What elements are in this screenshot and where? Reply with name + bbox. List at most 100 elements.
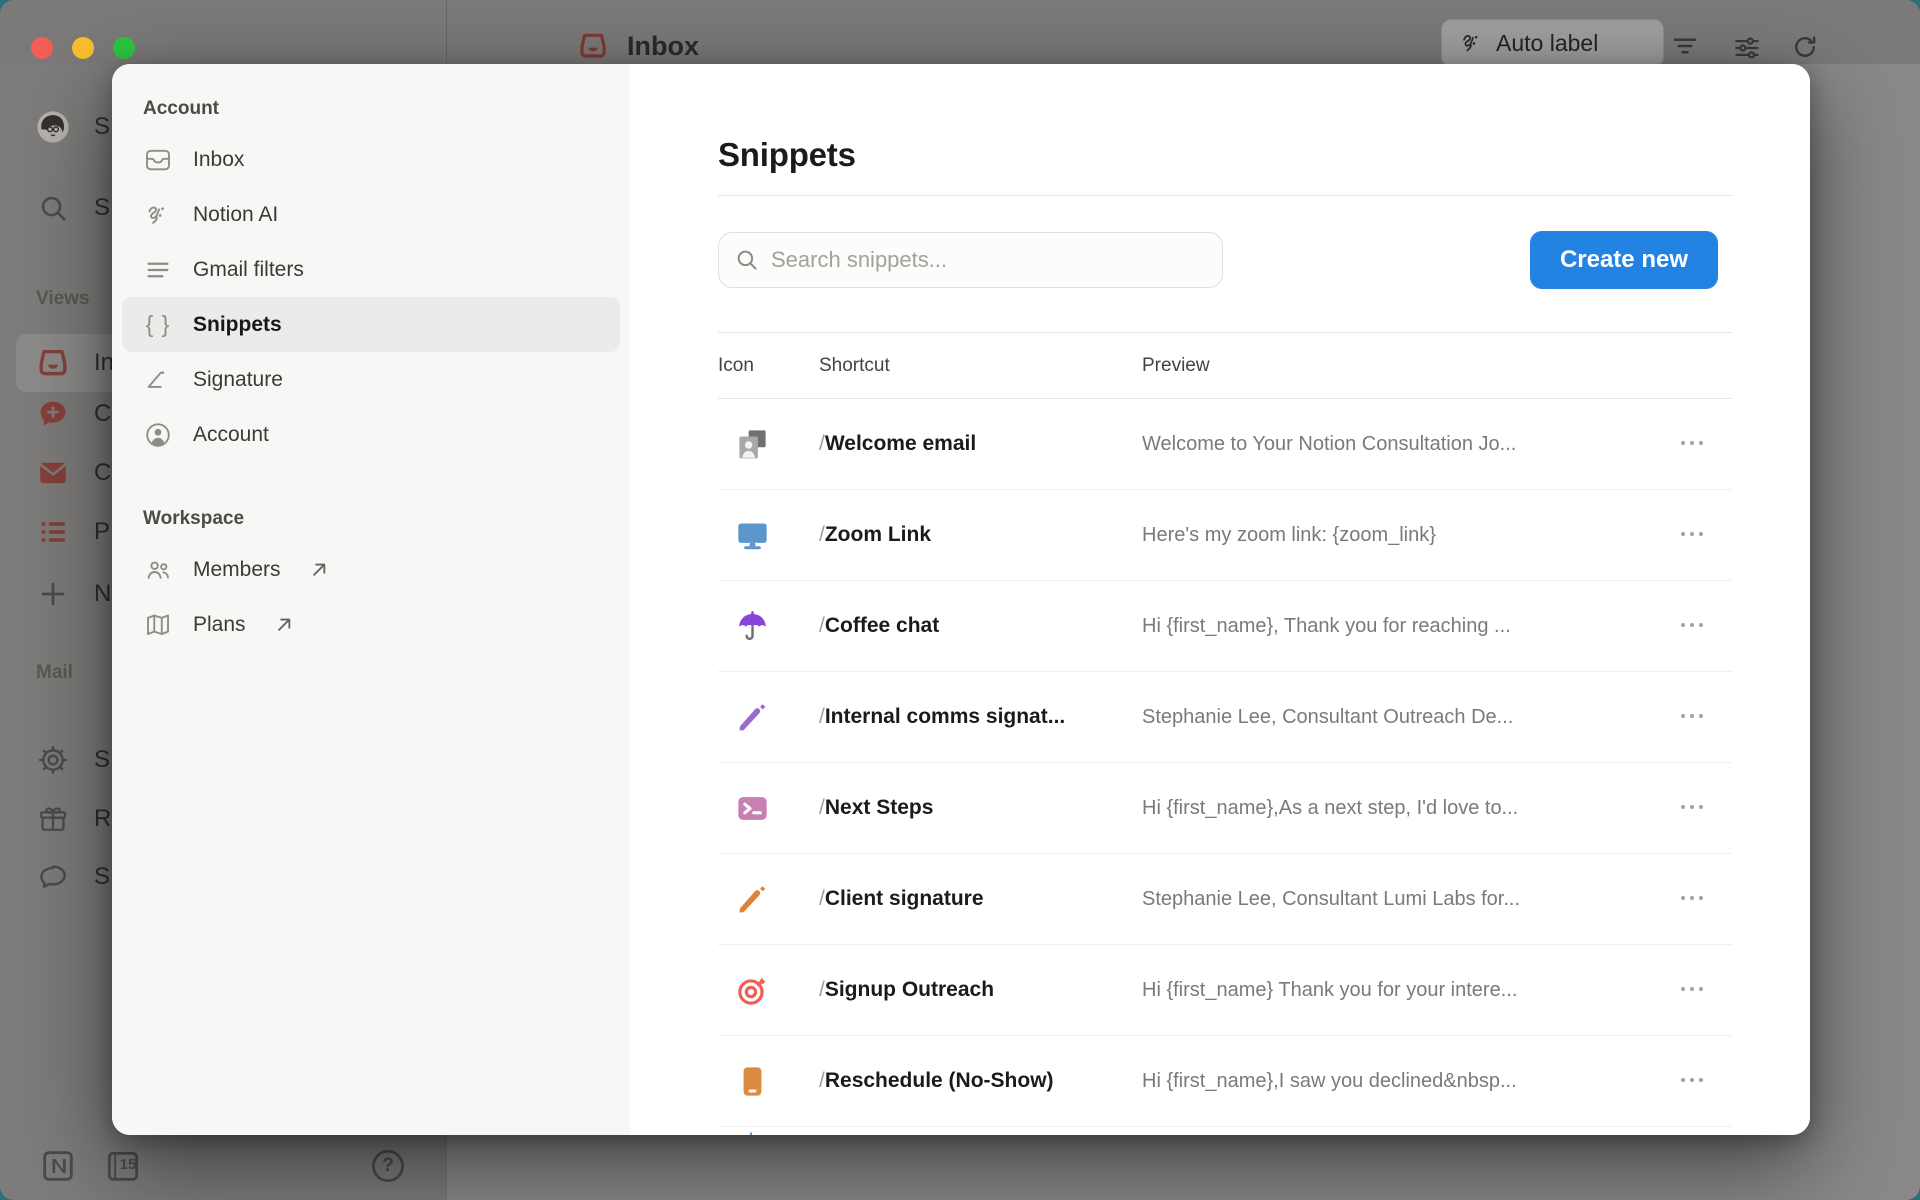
sidebar-item-label: C [94,459,111,487]
umbrella-icon [734,608,771,645]
sidebar-item-s: S [36,107,110,147]
table-row[interactable]: / Next Steps Hi {first_name},As a next s… [718,763,1732,854]
sidebar-item-label: R [94,805,111,833]
settings-nav-inbox[interactable]: Inbox [122,132,620,187]
envelope-icon [36,456,70,490]
inbox-red-icon [36,346,70,380]
settings-nav-label: Snippets [193,313,282,337]
search-container [718,232,1223,288]
settings-nav-gmail-filters[interactable]: Gmail filters [122,242,620,297]
chat-icon [36,860,70,894]
funnel-filter-icon [1670,31,1700,61]
sidebar-item-c: C [36,453,111,493]
settings-nav-signature[interactable]: Signature [122,352,620,407]
sidebar-item-p: P [36,512,110,552]
avatar-icon [36,110,70,144]
signature-icon [143,365,173,395]
sidebar-item-label: P [94,518,110,546]
shortcut-name: Signup Outreach [825,978,994,1002]
more-menu-button[interactable] [1672,429,1712,459]
settings-nav-snippets[interactable]: { }Snippets [122,297,620,352]
sidebar-item-label: S [94,194,110,222]
more-menu-button[interactable] [1672,793,1712,823]
refresh-icon [1790,32,1820,62]
snippets-table: Icon Shortcut Preview / Welcome email We… [718,332,1732,1135]
settings-nav-notion-ai[interactable]: Notion AI [122,187,620,242]
calendar-dock-button: 15 [103,1146,143,1186]
sidebar-item-n: N [36,574,111,614]
settings-nav-label: Account [193,423,269,447]
person-circle-icon [143,420,173,450]
notion-ai-icon [1458,29,1486,57]
contact-card-icon [734,426,771,463]
shortcut-name: Zoom Link [825,523,931,547]
inbox-icon [577,30,609,62]
title-divider [718,195,1732,196]
sidebar-section-label: Mail [36,662,73,684]
more-menu-button[interactable] [1672,1066,1712,1096]
snippet-preview: Here's my zoom link: {zoom_link} [1142,524,1672,547]
gift-icon [36,802,70,836]
terminal-icon [734,790,771,827]
more-menu-button[interactable] [1672,611,1712,641]
sidebar-item-label: S [94,863,110,891]
auto-label-button: Auto label [1441,19,1664,67]
snippet-preview: Stephanie Lee, Consultant Lumi Labs for.… [1142,888,1672,911]
inbox-icon [143,145,173,175]
shortcut-name: Next Steps [825,796,934,820]
notebook-icon [734,1063,771,1100]
external-arrow-icon [307,557,333,583]
table-row[interactable]: / Internal comms signat... Stephanie Lee… [718,672,1732,763]
settings-nav-label: Signature [193,368,283,392]
snippet-preview: Welcome to Your Notion Consultation Jo..… [1142,433,1672,456]
map-icon [143,610,173,640]
zoom-button[interactable] [113,37,135,59]
settings-section-title: Account [143,98,630,120]
sidebar-item-label: In [94,349,114,377]
table-row[interactable]: / Client signature Stephanie Lee, Consul… [718,854,1732,945]
chat-add-icon [36,397,70,431]
search-input[interactable] [718,232,1223,288]
table-row[interactable]: / Signup Outreach Hi {first_name} Thank … [718,945,1732,1036]
sidebar-item-r: R [36,799,111,839]
snippet-preview: Hi {first_name},I saw you declined&nbsp.… [1142,1070,1672,1093]
settings-modal: Account Inbox Notion AIGmail filters{ }Sni… [112,64,1810,1135]
snippet-preview: Stephanie Lee, Consultant Outreach De... [1142,706,1672,729]
settings-nav-label: Plans [193,613,246,637]
shortcut-name: Coffee chat [825,614,939,638]
sidebar-item-s: S [36,188,110,228]
column-header-shortcut: Shortcut [819,355,1142,377]
settings-nav-label: Members [193,558,281,582]
partial-next-row [718,1127,1732,1135]
target-icon [734,972,771,1009]
search-icon [36,191,70,225]
column-header-preview: Preview [1142,355,1672,377]
create-new-button[interactable]: Create new [1530,231,1718,289]
settings-nav-label: Inbox [193,148,244,172]
table-row[interactable]: / Reschedule (No-Show) Hi {first_name},I… [718,1036,1732,1127]
close-button[interactable] [31,37,53,59]
settings-nav-plans[interactable]: Plans [122,597,620,652]
task-list-icon [36,515,70,549]
sidebar-item-label: C [94,400,111,428]
settings-section-title: Workspace [143,508,630,530]
table-row[interactable]: / Zoom Link Here's my zoom link: {zoom_l… [718,490,1732,581]
minimize-button[interactable] [72,37,94,59]
more-menu-button[interactable] [1672,702,1712,732]
shortcut-name: Welcome email [825,432,976,456]
snippet-icon [734,1127,768,1135]
more-menu-button[interactable] [1672,884,1712,914]
more-menu-button[interactable] [1672,975,1712,1005]
sidebar-item-label: N [94,580,111,608]
more-menu-button[interactable] [1672,520,1712,550]
sliders-icon [1732,33,1762,63]
sidebar-item-s: S [36,857,110,897]
sidebar-item-s: S [36,740,110,780]
snippet-preview: Hi {first_name} Thank you for your inter… [1142,979,1672,1002]
table-row[interactable]: / Coffee chat Hi {first_name}, Thank you… [718,581,1732,672]
table-row[interactable]: / Welcome email Welcome to Your Notion C… [718,399,1732,490]
sidebar-item-label: S [94,113,110,141]
settings-nav-members[interactable]: Members [122,542,620,597]
settings-sidebar: Account Inbox Notion AIGmail filters{ }Sni… [112,64,630,1135]
settings-nav-account[interactable]: Account [122,407,620,462]
